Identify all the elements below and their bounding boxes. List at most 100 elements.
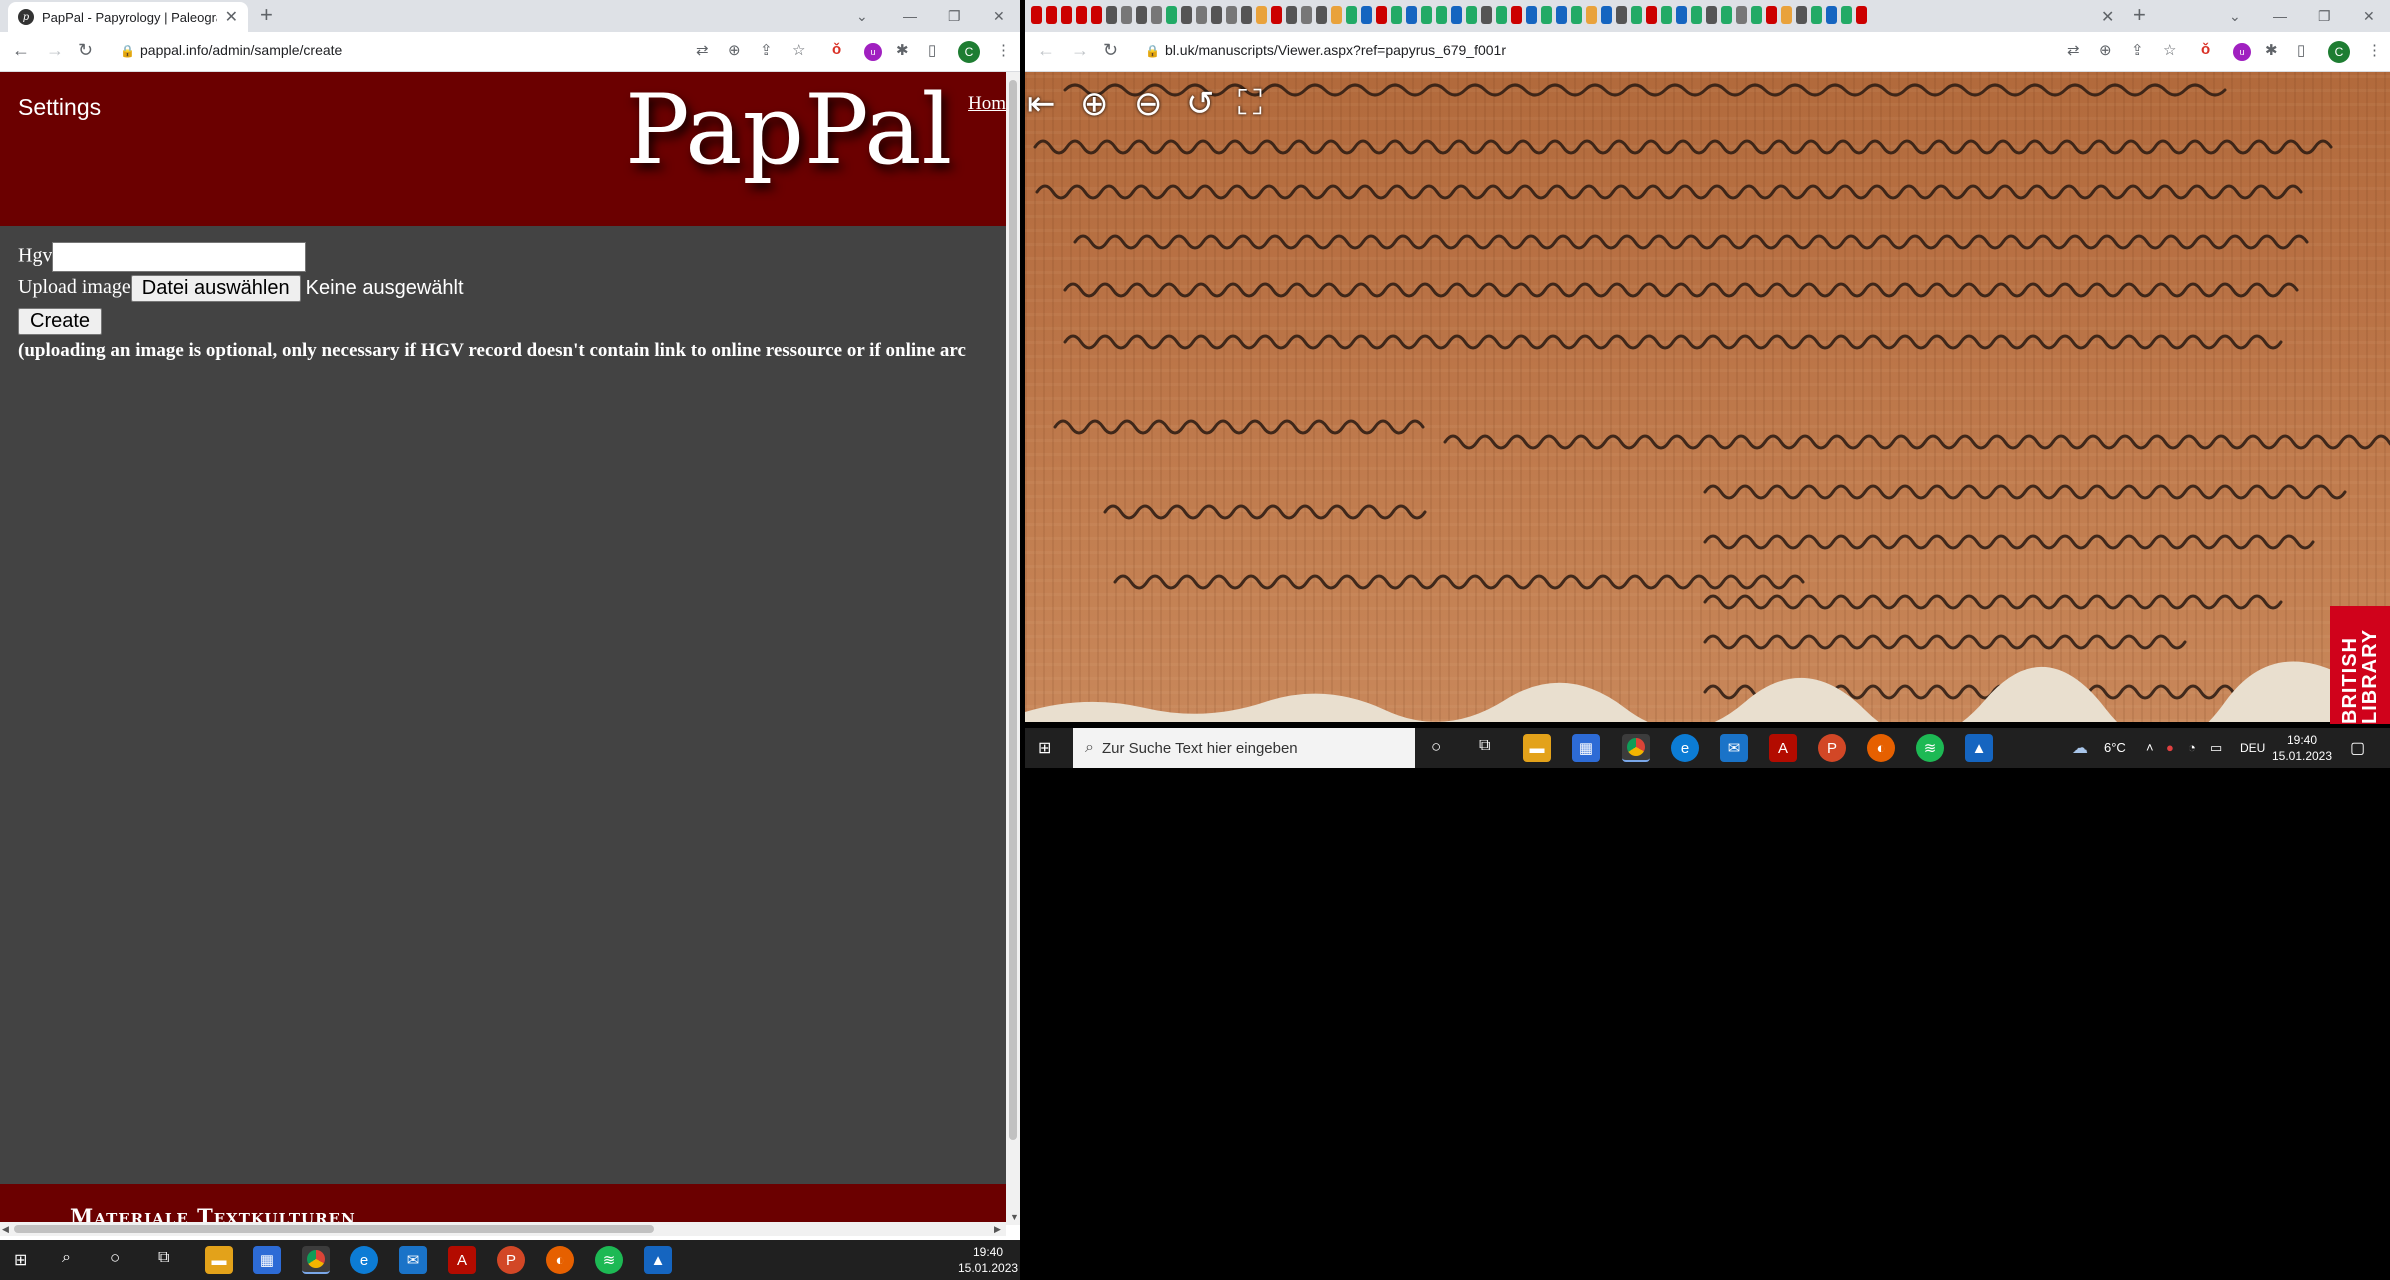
papyrus-image[interactable] <box>1025 72 2390 722</box>
zoom-icon[interactable]: ⊕ <box>2099 41 2112 59</box>
spotify-icon[interactable]: ≋ <box>1916 734 1944 762</box>
restore-icon[interactable]: ❐ <box>948 8 961 25</box>
spotify-icon[interactable]: ≋ <box>595 1246 623 1274</box>
translate-icon[interactable]: ⇄ <box>696 41 709 59</box>
photos-icon[interactable]: ▲ <box>1965 734 1993 762</box>
settings-title[interactable]: Settings <box>18 94 101 121</box>
menu-icon[interactable]: ⋮ <box>996 41 1011 59</box>
share-icon[interactable]: ⇪ <box>2131 41 2144 59</box>
restore-icon[interactable]: ❐ <box>2318 8 2331 25</box>
firefox-icon[interactable]: ◐ <box>546 1246 574 1274</box>
scroll-down-arrow-icon[interactable]: ▼ <box>1010 1212 1019 1222</box>
back-icon[interactable]: ← <box>12 40 30 61</box>
store-icon[interactable]: ▦ <box>1572 734 1600 762</box>
powerpoint-icon[interactable]: P <box>497 1246 525 1274</box>
chrome-icon[interactable] <box>1622 734 1650 762</box>
forward-icon[interactable]: → <box>1071 40 1089 61</box>
home-link[interactable]: Hom <box>968 93 1006 115</box>
file-explorer-icon[interactable]: ▬ <box>205 1246 233 1274</box>
right-clock[interactable]: 19:40 15.01.2023 <box>2270 732 2334 764</box>
bookmark-star-icon[interactable]: ☆ <box>2163 41 2176 59</box>
wifi-icon[interactable]: ◔ <box>2188 740 2196 755</box>
tab-pappal[interactable]: p PapPal - Papyrology | Paleograph ✕ <box>8 2 248 32</box>
acrobat-icon[interactable]: A <box>448 1246 476 1274</box>
page-content: Settings PapPal Hom Hgv Upload image Date… <box>0 72 1006 1225</box>
notification-icon[interactable]: ▢ <box>2350 738 2365 758</box>
firefox-icon[interactable]: ◐ <box>1867 734 1895 762</box>
mail-icon[interactable]: ✉ <box>1720 734 1748 762</box>
back-icon[interactable]: ← <box>1037 40 1055 61</box>
vertical-scroll-thumb[interactable] <box>1009 80 1017 1140</box>
close-window-icon[interactable]: ✕ <box>993 8 1005 25</box>
close-tab-icon[interactable]: ✕ <box>225 7 238 27</box>
tab-search-icon[interactable]: ⌄ <box>2229 8 2241 25</box>
british-library-badge[interactable]: BRITISH LIBRARY <box>2330 606 2390 724</box>
extension-purple-icon[interactable]: u <box>2233 43 2251 61</box>
store-icon[interactable]: ▦ <box>253 1246 281 1274</box>
exit-icon[interactable]: ⇤ <box>1027 84 1056 124</box>
cortana-icon[interactable]: ○ <box>1431 737 1441 757</box>
edge-icon[interactable]: e <box>350 1246 378 1274</box>
scroll-right-arrow-icon[interactable]: ▶ <box>994 1224 1001 1235</box>
minimize-icon[interactable]: — <box>2273 8 2287 24</box>
network-alert-icon[interactable]: ● <box>2166 740 2174 755</box>
profile-avatar[interactable]: C <box>958 41 980 63</box>
horizontal-scroll-thumb[interactable] <box>14 1225 654 1233</box>
share-icon[interactable]: ⇪ <box>760 41 773 59</box>
hgv-input[interactable] <box>52 242 307 272</box>
create-button[interactable]: Create <box>18 308 103 335</box>
side-panel-icon[interactable]: ▯ <box>2297 41 2305 59</box>
new-tab-icon[interactable]: + <box>2133 2 2146 28</box>
language-indicator[interactable]: DEU <box>2240 741 2265 755</box>
translate-icon[interactable]: ⇄ <box>2067 41 2080 59</box>
reload-icon[interactable]: ↻ <box>78 40 93 61</box>
bookmark-star-icon[interactable]: ☆ <box>792 41 805 59</box>
address-bar[interactable]: bl.uk/manuscripts/Viewer.aspx?ref=papyru… <box>1165 42 1506 58</box>
menu-icon[interactable]: ⋮ <box>2367 41 2382 59</box>
zoom-out-icon[interactable]: ⊖ <box>1134 84 1163 124</box>
edge-icon[interactable]: e <box>1671 734 1699 762</box>
chrome-icon[interactable] <box>302 1246 330 1274</box>
mail-icon[interactable]: ✉ <box>399 1246 427 1274</box>
new-tab-icon[interactable]: + <box>260 2 273 28</box>
extension-purple-icon[interactable]: u <box>864 43 882 61</box>
forward-icon[interactable]: → <box>46 40 64 61</box>
close-tab-icon[interactable]: ✕ <box>2101 7 2114 27</box>
reload-icon[interactable]: ↻ <box>1103 40 1118 61</box>
photos-icon[interactable]: ▲ <box>644 1246 672 1274</box>
side-panel-icon[interactable]: ▯ <box>928 41 936 59</box>
cortana-icon[interactable]: ○ <box>110 1248 120 1268</box>
rotate-icon[interactable]: ↺ <box>1186 84 1215 124</box>
extension-red-icon[interactable]: ǒ <box>832 41 841 58</box>
search-icon[interactable]: ⌕ <box>62 1249 71 1267</box>
task-view-icon[interactable]: ⧉ <box>158 1249 169 1267</box>
extensions-puzzle-icon[interactable]: ✱ <box>896 41 909 59</box>
battery-icon[interactable]: ▭ <box>2210 740 2222 756</box>
upload-row: Upload image Datei auswählen Keine ausgew… <box>18 275 1006 306</box>
create-sample-form: Hgv Upload image Datei auswählen Keine au… <box>18 242 1006 370</box>
file-explorer-icon[interactable]: ▬ <box>1523 734 1551 762</box>
weather-cloud-icon[interactable]: ☁ <box>2072 738 2088 758</box>
minimize-icon[interactable]: — <box>903 8 917 24</box>
taskbar-search-box[interactable]: ⌕ Zur Suche Text hier eingeben <box>1073 728 1415 768</box>
zoom-in-icon[interactable]: ⊕ <box>1080 84 1109 124</box>
tray-chevron-icon[interactable]: ˄ <box>2146 740 2154 755</box>
weather-temperature[interactable]: 6°C <box>2104 740 2126 755</box>
address-bar[interactable]: pappal.info/admin/sample/create <box>140 42 342 58</box>
extensions-puzzle-icon[interactable]: ✱ <box>2265 41 2278 59</box>
acrobat-icon[interactable]: A <box>1769 734 1797 762</box>
extension-red-icon[interactable]: ǒ <box>2201 41 2210 58</box>
windows-start-icon[interactable]: ⊞ <box>1038 738 1051 758</box>
pinned-tabs-row[interactable] <box>1031 6 2071 28</box>
tab-search-icon[interactable]: ⌄ <box>856 8 868 25</box>
zoom-icon[interactable]: ⊕ <box>728 41 741 59</box>
choose-file-button[interactable]: Datei auswählen <box>130 275 301 302</box>
fullscreen-icon[interactable]: ⛶ <box>1238 84 1262 123</box>
windows-start-icon[interactable]: ⊞ <box>14 1250 27 1270</box>
profile-avatar[interactable]: C <box>2328 41 2350 63</box>
powerpoint-icon[interactable]: P <box>1818 734 1846 762</box>
close-window-icon[interactable]: ✕ <box>2363 8 2375 25</box>
scroll-left-arrow-icon[interactable]: ◀ <box>2 1224 9 1235</box>
task-view-icon[interactable]: ⧉ <box>1479 737 1490 755</box>
left-clock[interactable]: 19:40 15.01.2023 <box>958 1244 1018 1276</box>
